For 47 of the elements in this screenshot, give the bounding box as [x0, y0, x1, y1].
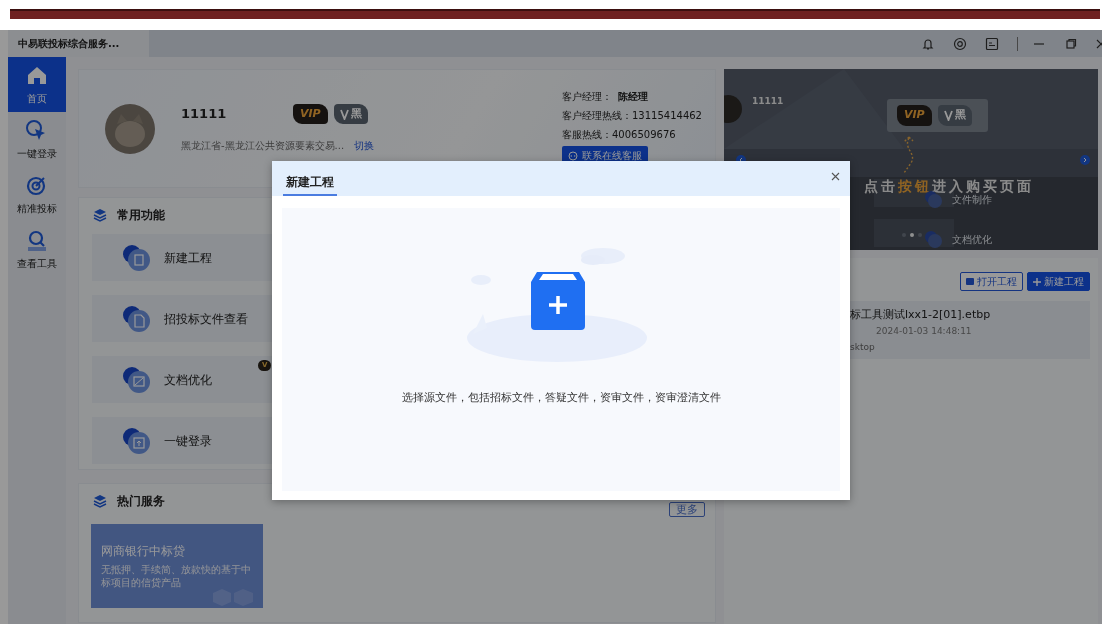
file-time: 2024-01-03 14:48:11 [875, 325, 973, 338]
settings-icon[interactable] [953, 36, 967, 51]
upload-area[interactable]: 选择源文件，包括招标文件，答疑文件，资审文件，资审澄清文件 [282, 208, 840, 491]
manager-name: 陈经理 [618, 90, 648, 104]
window-title[interactable]: 中易联投标综合服务... [8, 30, 150, 57]
screen-icon[interactable] [985, 36, 999, 51]
user-name: 11111 [181, 105, 228, 124]
level-badge: 黑 [937, 105, 972, 126]
manager-label: 客户经理： [562, 90, 612, 104]
more-button[interactable]: 更多 [669, 502, 705, 517]
vip-badge: VIP [897, 105, 932, 126]
v-icon [339, 108, 349, 120]
dialog-tab[interactable]: 新建工程 [283, 173, 337, 196]
bell-icon[interactable] [921, 36, 935, 51]
level-badge: 黑 [333, 103, 368, 125]
layers-icon [93, 494, 107, 508]
promo-title: 网商银行中标贷 [101, 543, 186, 560]
avatar [105, 103, 155, 154]
service-hotline: 客服热线：4006509676 [562, 128, 677, 142]
banner-item-label: 文档优化 [952, 233, 992, 247]
slide-dot[interactable] [910, 233, 914, 237]
banner-caption: 点击 按钮 进入购买页面 [864, 177, 1034, 195]
close-icon[interactable] [831, 172, 840, 181]
organization-text: 黑龙江省-黑龙江公共资源要素交易... [181, 139, 345, 154]
banner-item-label: 文件制作 [952, 194, 992, 207]
sidebar-item[interactable]: 首页 [8, 57, 66, 112]
v-icon [943, 109, 953, 121]
open-project-button[interactable]: 打开工程 [960, 272, 1023, 291]
manager-hotline: 客户经理热线：13115414462 [562, 109, 702, 123]
chat-icon [568, 150, 578, 161]
file-path: sktop [850, 341, 876, 354]
plus-icon [1033, 277, 1041, 286]
sidebar-item[interactable]: 一键登录 [8, 112, 66, 167]
layers-icon [93, 208, 107, 222]
hint-text: 选择源文件，包括招标文件，答疑文件，资审文件，资审澄清文件 [401, 390, 721, 405]
file-name: 标工具测试lxx1-2[01].etbp [850, 307, 992, 323]
sidebar-item[interactable]: 查看工具 [8, 222, 66, 277]
section-title: 常用功能 [117, 207, 165, 224]
section-title: 热门服务 [117, 493, 165, 510]
folder-icon [966, 278, 974, 285]
user-name: 11111 [752, 95, 784, 108]
restore-icon[interactable] [1064, 36, 1078, 51]
new-project-button[interactable]: 新建工程 [1027, 272, 1090, 291]
chevron-right-icon[interactable] [1080, 155, 1090, 165]
sidebar-item[interactable]: 精准投标 [8, 167, 66, 222]
vip-badge: VIP [293, 103, 328, 125]
switch-link[interactable]: 切换 [354, 138, 375, 154]
